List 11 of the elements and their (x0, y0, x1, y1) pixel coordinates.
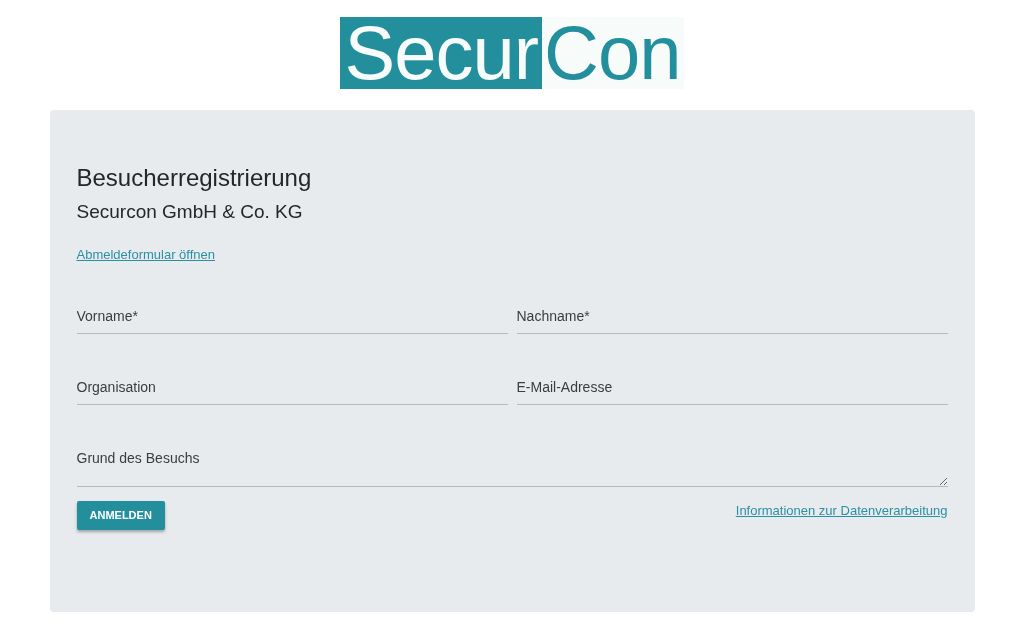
textarea-field[interactable]: Grund des Besuchs (76, 440, 948, 487)
input-field[interactable]: E-Mail-Adresse (516, 369, 948, 405)
form-title: Besucherregistrierung (76, 163, 312, 193)
submit-button[interactable]: ANMELDEN (76, 501, 165, 530)
input-field[interactable]: Vorname* (76, 298, 508, 334)
privacy-link[interactable]: Informationen zur Datenverarbeitung (735, 502, 948, 520)
input-field[interactable]: Organisation (76, 369, 508, 405)
deregister-link[interactable]: Abmeldeformular öffnen (76, 245, 215, 265)
logo: SecurCon (339, 17, 685, 89)
company-name: Securcon GmbH & Co. KG (76, 200, 303, 224)
input-field[interactable]: Nachname* (516, 298, 948, 334)
